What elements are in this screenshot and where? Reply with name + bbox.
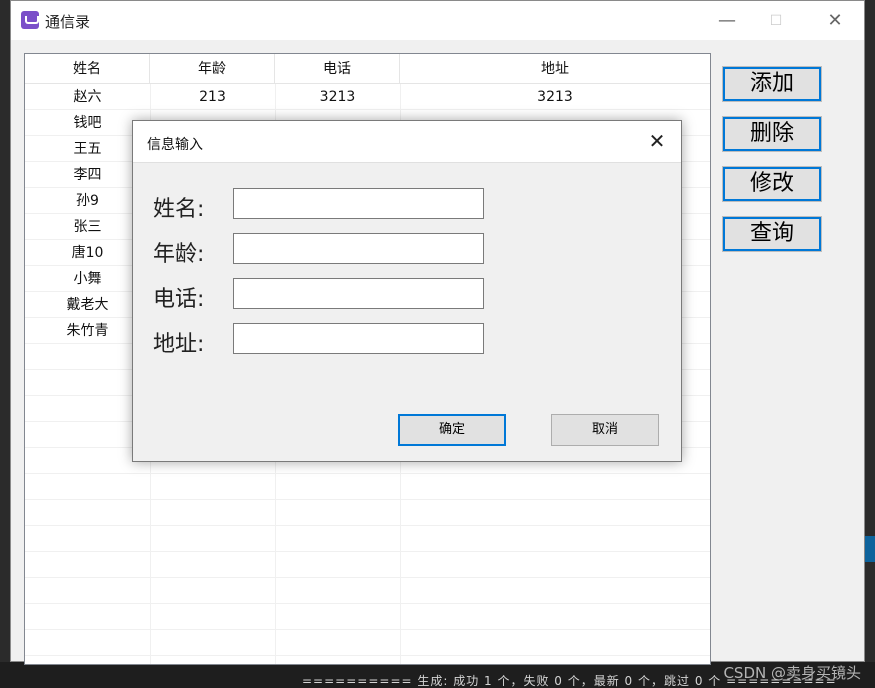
age-label: 年龄: (153, 242, 205, 267)
dialog-title-bar: 信息输入 ✕ (133, 121, 681, 163)
table-row[interactable] (25, 578, 710, 604)
table-cell[interactable]: 3213 (400, 84, 710, 110)
column-header-age[interactable]: 年龄 (150, 54, 275, 84)
cancel-button[interactable]: 取消 (551, 414, 659, 446)
address-label: 地址: (153, 332, 205, 357)
table-row[interactable]: 赵六 213 3213 3213 (25, 84, 710, 110)
phone-input[interactable] (233, 278, 484, 309)
address-input[interactable] (233, 323, 484, 354)
title-bar: 通信录 — ☐ ✕ (11, 1, 864, 40)
column-header-name[interactable]: 姓名 (25, 54, 150, 84)
app-icon (21, 11, 39, 29)
table-row[interactable] (25, 630, 710, 656)
name-label: 姓名: (153, 197, 205, 222)
watermark: CSDN @卖身买镜头 (723, 664, 861, 682)
maximize-button[interactable]: ☐ (763, 9, 789, 33)
dialog-close-icon[interactable]: ✕ (645, 129, 669, 153)
age-input[interactable] (233, 233, 484, 264)
table-cell[interactable]: 赵六 (25, 84, 150, 110)
modify-button[interactable]: 修改 (722, 166, 822, 202)
delete-button[interactable]: 删除 (722, 116, 822, 152)
ide-output-panel: ========== 生成: 成功 1 个，失败 0 个，最新 0 个，跳过 0… (0, 662, 875, 688)
info-input-dialog: 信息输入 ✕ 姓名: 年龄: 电话: 地址: 确定 取消 (132, 120, 682, 462)
table-header: 姓名 年龄 电话 地址 (25, 54, 710, 84)
window-title: 通信录 (45, 13, 91, 31)
column-header-address[interactable]: 地址 (400, 54, 710, 84)
close-button[interactable]: ✕ (822, 9, 848, 33)
column-header-phone[interactable]: 电话 (275, 54, 400, 84)
table-row[interactable] (25, 500, 710, 526)
add-button[interactable]: 添加 (722, 66, 822, 102)
query-button[interactable]: 查询 (722, 216, 822, 252)
dialog-title: 信息输入 (147, 137, 203, 153)
minimize-button[interactable]: — (714, 9, 740, 33)
name-input[interactable] (233, 188, 484, 219)
table-row[interactable] (25, 604, 710, 630)
phone-label: 电话: (153, 287, 205, 312)
ok-button[interactable]: 确定 (398, 414, 506, 446)
table-row[interactable] (25, 552, 710, 578)
table-cell[interactable]: 3213 (275, 84, 400, 110)
table-row[interactable] (25, 474, 710, 500)
table-row[interactable] (25, 526, 710, 552)
table-cell[interactable]: 213 (150, 84, 275, 110)
